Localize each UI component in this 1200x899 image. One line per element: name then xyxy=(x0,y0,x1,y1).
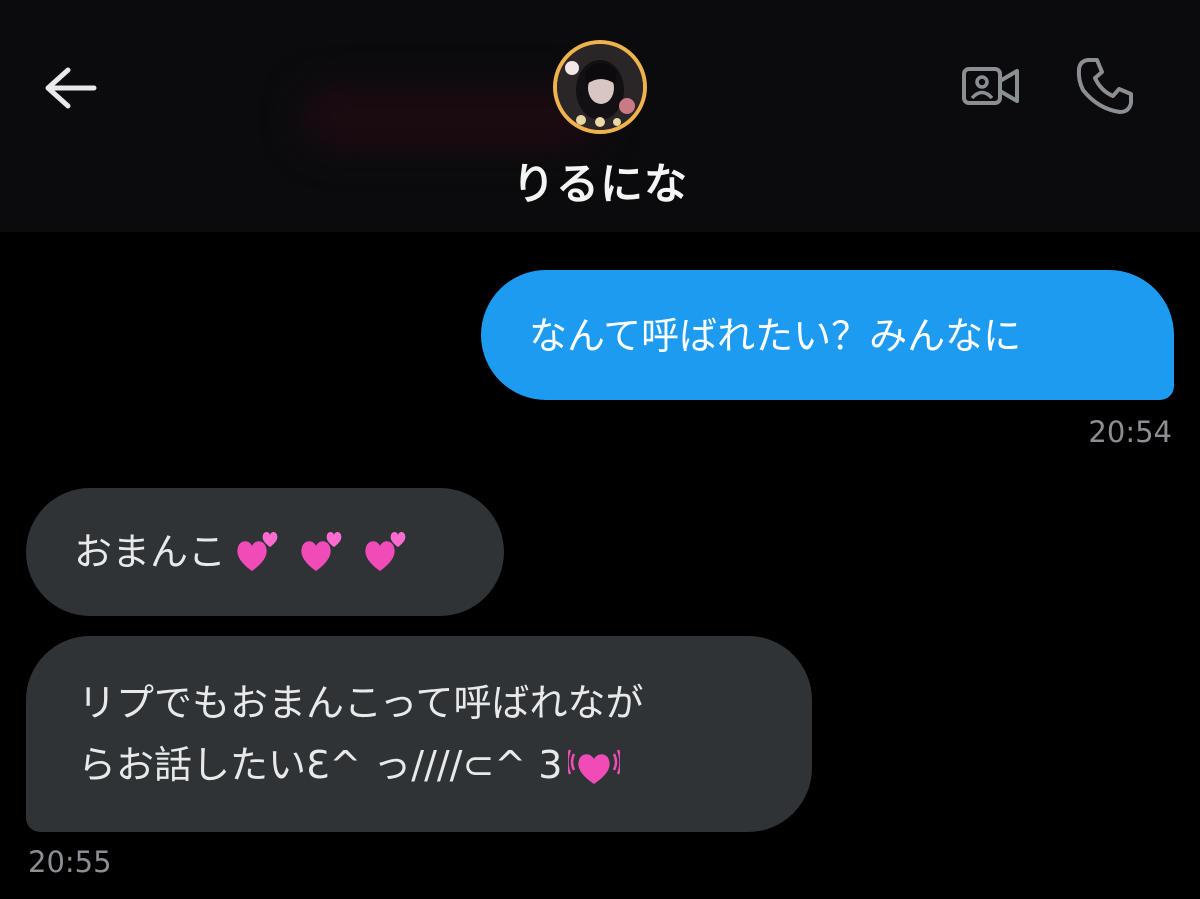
back-button[interactable] xyxy=(38,56,102,120)
phone-icon xyxy=(1076,58,1133,114)
voice-call-button[interactable] xyxy=(1070,52,1140,118)
message-text-line-2: らお話したいƐ^ っ////⊂^ 3 xyxy=(78,734,812,796)
conversation-header: りるにな xyxy=(0,0,1200,232)
message-text: らお話したいƐ^ っ////⊂^ 3 xyxy=(78,743,563,787)
two-hearts-icon xyxy=(234,527,278,571)
message-timestamp: 20:55 xyxy=(28,845,112,879)
arrow-left-icon xyxy=(45,67,97,109)
contact-name[interactable]: りるにな xyxy=(0,150,1200,212)
message-timestamp: 20:54 xyxy=(1088,415,1172,449)
incoming-message-bubble[interactable]: リプでもおまんこって呼ばれなが らお話したいƐ^ っ////⊂^ 3 xyxy=(26,636,812,832)
incoming-message-bubble[interactable]: おまんこ xyxy=(26,488,504,616)
two-hearts-icon xyxy=(362,527,406,571)
message-text: おまんこ xyxy=(74,530,227,574)
message-text-line: リプでもおまんこって呼ばれなが xyxy=(78,681,644,725)
message-text: なんて呼ばれたい？みんなに xyxy=(529,314,1022,358)
beating-heart-icon xyxy=(568,740,621,784)
outgoing-message-bubble[interactable]: なんて呼ばれたい？みんなに xyxy=(481,270,1174,400)
two-hearts-icon xyxy=(298,527,342,571)
avatar[interactable] xyxy=(553,40,647,134)
video-call-button[interactable] xyxy=(958,56,1024,116)
avatar-photo xyxy=(557,44,643,130)
video-camera-icon xyxy=(962,67,1019,105)
